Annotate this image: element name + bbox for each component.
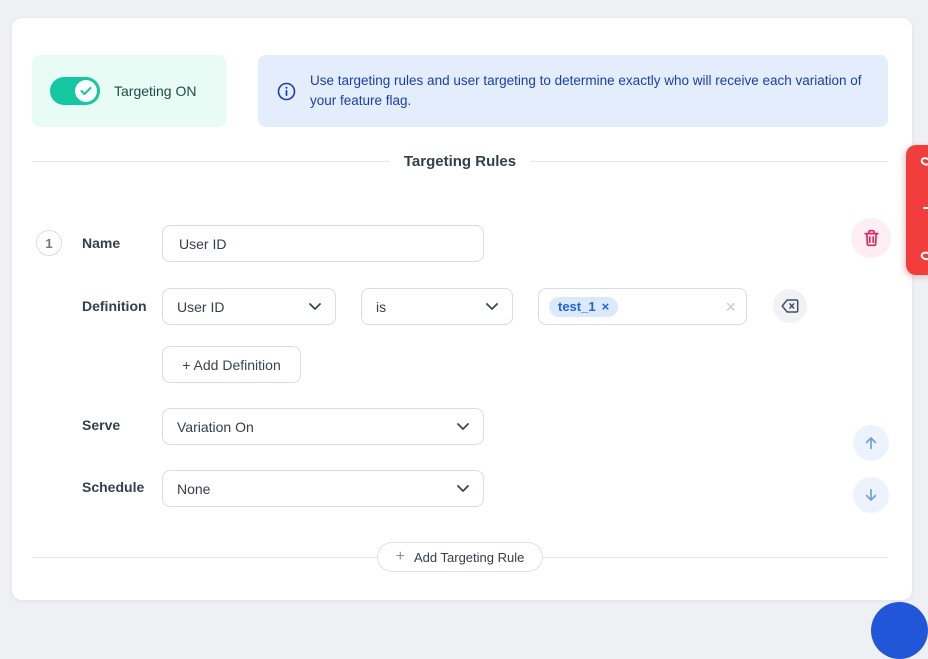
value-chip: test_1 × [549, 297, 618, 317]
definition-property-select[interactable]: User ID [162, 288, 336, 325]
move-rule-up-button[interactable] [853, 425, 889, 461]
backspace-icon [781, 299, 799, 313]
value-chip-label: test_1 [558, 300, 596, 313]
clear-all-values-button[interactable] [773, 289, 807, 323]
serve-value: Variation On [177, 419, 254, 435]
chat-widget-button[interactable] [871, 602, 928, 659]
chevron-down-icon [457, 423, 469, 430]
divider-line [32, 557, 377, 558]
add-targeting-rule-label: Add Targeting Rule [414, 550, 524, 565]
move-rule-down-button[interactable] [853, 477, 889, 513]
section-title: Targeting Rules [404, 153, 516, 170]
targeting-toggle-label: Targeting ON [114, 83, 196, 99]
targeting-toggle-section: Targeting ON [32, 55, 226, 127]
targeting-toggle-switch[interactable] [50, 77, 100, 105]
definition-comparator-value: is [376, 299, 386, 315]
rule-number-badge: 1 [36, 230, 62, 256]
plus-icon: + [396, 549, 405, 565]
chevron-down-icon [457, 485, 469, 492]
chip-remove-icon[interactable]: × [602, 300, 610, 313]
clear-input-icon[interactable]: × [725, 298, 736, 316]
delete-rule-button[interactable] [851, 218, 891, 258]
info-icon [277, 82, 296, 101]
add-definition-button[interactable]: + Add Definition [162, 346, 301, 383]
definition-property-value: User ID [177, 299, 224, 315]
info-banner: Use targeting rules and user targeting t… [258, 55, 888, 127]
schedule-select[interactable]: None [162, 470, 484, 507]
divider-line [32, 161, 390, 162]
chevron-down-icon [309, 303, 321, 310]
check-icon [80, 86, 92, 96]
add-targeting-rule-button[interactable]: + Add Targeting Rule [377, 542, 544, 572]
info-banner-text: Use targeting rules and user targeting t… [310, 71, 866, 111]
divider-line [530, 161, 888, 162]
definition-comparator-select[interactable]: is [361, 288, 513, 325]
targeting-card: Targeting ON Use targeting rules and use… [12, 18, 912, 600]
arrow-up-icon [863, 435, 879, 451]
feedback-tab-marks [910, 149, 928, 271]
serve-select[interactable]: Variation On [162, 408, 484, 445]
toggle-knob [75, 80, 97, 102]
add-rule-row: + Add Targeting Rule [32, 542, 888, 572]
schedule-label: Schedule [82, 479, 144, 495]
rule-name-input[interactable] [162, 225, 484, 262]
trash-icon [863, 229, 880, 247]
schedule-value: None [177, 481, 210, 497]
serve-label: Serve [82, 417, 120, 433]
definition-values-input[interactable]: test_1 × × [538, 288, 747, 325]
arrow-down-icon [863, 487, 879, 503]
chevron-down-icon [486, 303, 498, 310]
divider-line [543, 557, 888, 558]
targeting-rules-heading-row: Targeting Rules [32, 153, 888, 169]
name-label: Name [82, 235, 120, 251]
feedback-edge-tab[interactable] [906, 145, 928, 275]
definition-label: Definition [82, 298, 147, 314]
